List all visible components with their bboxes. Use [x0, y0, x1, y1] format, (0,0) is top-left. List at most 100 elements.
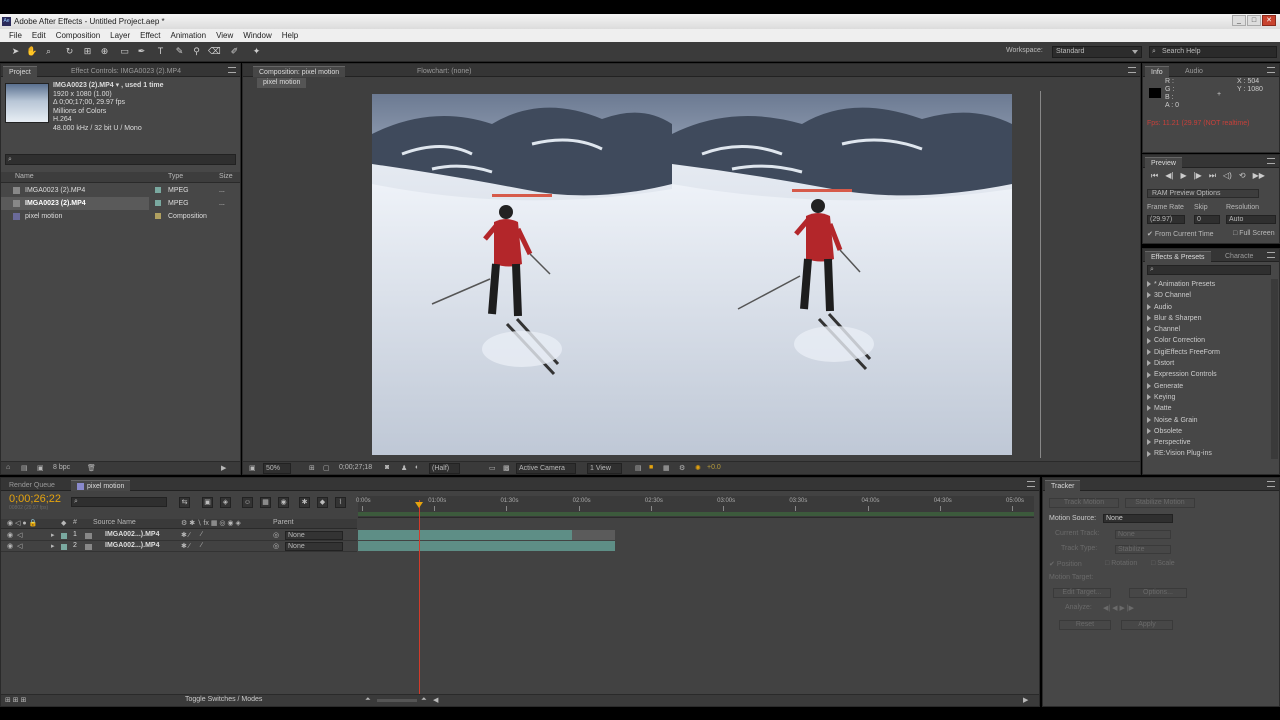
reset-button[interactable]: Reset — [1059, 620, 1111, 630]
timeline-search-input[interactable]: ⌕ — [71, 497, 167, 507]
menu-layer[interactable]: Layer — [105, 29, 135, 42]
eraser-tool-icon[interactable]: ⌫ — [208, 46, 221, 57]
live-update-icon[interactable]: ▣ — [202, 497, 213, 508]
trash-icon[interactable]: 🗑 — [87, 464, 96, 472]
pen-tool-icon[interactable]: ✒ — [136, 46, 147, 57]
effects-item-perspective[interactable]: Perspective — [1147, 437, 1220, 448]
visibility-eye-icon[interactable]: ◉ — [7, 531, 13, 539]
show-snapshot-icon[interactable]: ♟ — [401, 464, 407, 472]
panel-menu-icon[interactable] — [1267, 252, 1275, 258]
transparency-grid-icon[interactable]: ▩ — [503, 464, 510, 472]
next-frame-icon[interactable]: |▶ — [1194, 171, 1202, 181]
hand-tool-icon[interactable]: ✋ — [26, 46, 37, 57]
audio-toggle-icon[interactable]: ◁ — [17, 542, 22, 550]
work-area-bar[interactable] — [358, 512, 1034, 516]
bpc-label[interactable]: 8 bpc — [53, 464, 70, 471]
rotate-tool-icon[interactable]: ↻ — [64, 46, 75, 57]
snapshot-icon[interactable]: ◙ — [385, 464, 389, 471]
track-motion-button[interactable]: Track Motion — [1049, 498, 1119, 508]
menu-window[interactable]: Window — [238, 29, 276, 42]
selection-tool-icon[interactable]: ➤ — [10, 46, 21, 57]
tab-composition[interactable]: Composition: pixel motion — [253, 66, 346, 77]
clone-stamp-tool-icon[interactable]: ⚲ — [191, 46, 202, 57]
menu-composition[interactable]: Composition — [51, 29, 105, 42]
tab-effects-presets[interactable]: Effects & Presets — [1145, 251, 1211, 262]
effects-item-animation-presets[interactable]: * Animation Presets — [1147, 279, 1220, 290]
panel-menu-icon[interactable] — [1128, 67, 1136, 73]
col-parent[interactable]: Parent — [273, 519, 294, 526]
mask-icon[interactable]: ▢ — [323, 464, 330, 472]
composition-viewer[interactable] — [372, 94, 1012, 455]
current-track-select[interactable]: None — [1115, 530, 1171, 539]
stabilize-motion-button[interactable]: Stabilize Motion — [1125, 498, 1195, 508]
playhead-handle[interactable] — [414, 502, 423, 508]
label-color-icon[interactable] — [61, 544, 67, 550]
audio-icon[interactable]: ◁) — [1223, 171, 1232, 181]
effects-search-input[interactable]: ⌕ — [1147, 265, 1271, 275]
frame-blending-icon[interactable]: ▦ — [260, 497, 271, 508]
label-color-icon[interactable] — [61, 533, 67, 539]
analyze-controls-icon[interactable]: ◀| ◀ ▶ |▶ — [1103, 604, 1134, 612]
col-type[interactable]: Type — [168, 173, 183, 180]
audio-toggle-icon[interactable]: ◁ — [17, 531, 22, 539]
roto-brush-tool-icon[interactable]: ✐ — [229, 46, 240, 57]
parent-pickwhip-icon[interactable]: ◎ — [273, 542, 279, 550]
maximize-button[interactable]: □ — [1247, 15, 1261, 26]
position-checkbox[interactable]: ✔ Position — [1049, 560, 1082, 568]
tab-project[interactable]: Project — [3, 66, 37, 77]
minimize-button[interactable]: _ — [1232, 15, 1246, 26]
tab-tracker[interactable]: Tracker — [1045, 480, 1081, 491]
comp-timecode[interactable]: 0;00;27;18 — [339, 464, 372, 471]
quality-icon[interactable]: ∕ — [201, 542, 202, 549]
pan-behind-tool-icon[interactable]: ⊕ — [99, 46, 110, 57]
edit-target-button[interactable]: Edit Target... — [1053, 588, 1111, 598]
zoom-select[interactable]: 50% — [263, 463, 292, 474]
effects-item-digieffects[interactable]: DigiEffects FreeForm — [1147, 347, 1220, 358]
col-size[interactable]: Size — [219, 173, 233, 180]
previous-frame-icon[interactable]: ◀| — [1165, 171, 1173, 181]
col-name[interactable]: Name — [15, 173, 34, 180]
expand-layer-icon[interactable]: ▸ — [51, 542, 55, 550]
effects-item-generate[interactable]: Generate — [1147, 381, 1220, 392]
play-icon[interactable]: ▶ — [1180, 171, 1186, 181]
new-composition-icon[interactable]: ▣ — [37, 464, 44, 472]
hide-shy-layers-icon[interactable]: ☺ — [242, 497, 253, 508]
av-features-icon[interactable]: ◉ ◁ ● 🔒 — [7, 519, 37, 527]
list-item-selected[interactable]: IMGA0023 (2).MP4 — [1, 197, 149, 210]
quality-icon[interactable]: ∕ — [201, 531, 202, 538]
frame-rate-select[interactable]: (29.97) — [1147, 215, 1185, 224]
menu-file[interactable]: File — [4, 29, 27, 42]
last-frame-icon[interactable]: ⏭ — [1209, 171, 1216, 181]
toggle-pixel-aspect-icon[interactable]: ▤ — [635, 464, 642, 472]
camera-tool-icon[interactable]: ⊞ — [82, 46, 93, 57]
layer-switches-icon[interactable]: ✱ ∕ — [181, 531, 190, 539]
resolution-select[interactable]: (Half) — [429, 463, 461, 474]
zoom-tool-icon[interactable]: ⌕ — [43, 46, 54, 57]
panel-menu-icon[interactable] — [1267, 158, 1275, 164]
apply-button[interactable]: Apply — [1121, 620, 1173, 630]
effects-item-matte[interactable]: Matte — [1147, 403, 1220, 414]
full-screen-checkbox[interactable]: □ Full Screen — [1233, 230, 1275, 237]
panel-menu-icon[interactable] — [1027, 481, 1035, 487]
menu-edit[interactable]: Edit — [27, 29, 51, 42]
scroll-left-icon[interactable]: ◀ — [433, 696, 438, 704]
interpret-footage-icon[interactable]: ⌂ — [6, 464, 10, 471]
panel-menu-icon[interactable] — [1267, 481, 1275, 487]
effects-item-keying[interactable]: Keying — [1147, 392, 1220, 403]
comp-breadcrumb[interactable]: pixel motion — [257, 78, 307, 88]
effects-item-expression-controls[interactable]: Expression Controls — [1147, 369, 1220, 380]
effects-item-color-correction[interactable]: Color Correction — [1147, 335, 1220, 346]
timeline-zoom-slider[interactable] — [377, 699, 417, 702]
view-layout-select[interactable]: 1 View — [587, 463, 622, 474]
loop-icon[interactable]: ⟲ — [1239, 171, 1246, 181]
panel-menu-icon[interactable] — [228, 67, 236, 73]
list-item[interactable]: pixel motion Composition — [1, 210, 240, 223]
effects-item-channel[interactable]: Channel — [1147, 324, 1220, 335]
flowchart-icon[interactable]: ⚙ — [679, 464, 685, 472]
track-type-select[interactable]: Stabilize — [1115, 545, 1171, 554]
menu-effect[interactable]: Effect — [135, 29, 165, 42]
motion-blur-icon[interactable]: ◉ — [278, 497, 289, 508]
tab-audio[interactable]: Audio — [1179, 66, 1209, 77]
playhead-line[interactable] — [418, 500, 420, 696]
menu-animation[interactable]: Animation — [165, 29, 211, 42]
